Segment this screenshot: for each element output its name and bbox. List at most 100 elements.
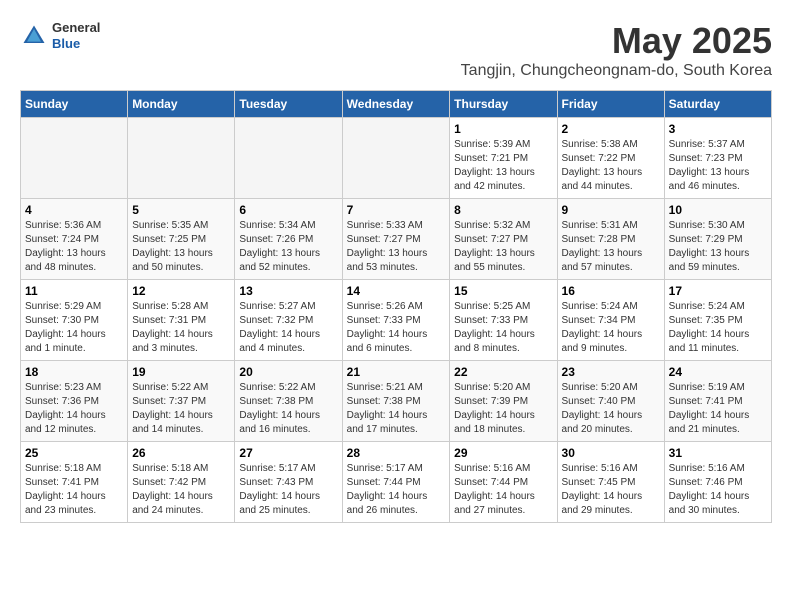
- calendar-day-cell: 20Sunrise: 5:22 AM Sunset: 7:38 PM Dayli…: [235, 361, 342, 442]
- calendar-day-cell: 11 Sunrise: 5:29 AM Sunset: 7:30 PM Dayli…: [21, 280, 128, 361]
- calendar-day-cell: 5 Sunrise: 5:35 AM Sunset: 7:25 PM Daylig…: [128, 199, 235, 280]
- day-info: Sunrise: 5:24 AM Sunset: 7:35 PM Dayligh…: [669, 300, 767, 356]
- calendar-day-cell: 6 Sunrise: 5:34 AM Sunset: 7:26 PM Daylig…: [235, 199, 342, 280]
- weekday-header: Monday: [128, 91, 235, 118]
- day-number: 3: [669, 122, 767, 136]
- day-number: 31: [669, 446, 767, 460]
- day-info: Sunrise: 5:39 AM Sunset: 7:21 PM Dayligh…: [454, 138, 552, 194]
- calendar-day-cell: 3 Sunrise: 5:37 AM Sunset: 7:23 PM Daylig…: [664, 118, 771, 199]
- calendar-day-cell: [128, 118, 235, 199]
- day-info: Sunrise: 5:34 AM Sunset: 7:26 PM Dayligh…: [239, 219, 337, 275]
- calendar-day-cell: [235, 118, 342, 199]
- day-info: Sunrise: 5:38 AM Sunset: 7:22 PM Dayligh…: [562, 138, 660, 194]
- month-title: May 2025: [461, 20, 772, 62]
- day-info: Sunrise: 5:29 AM Sunset: 7:30 PM Dayligh…: [25, 300, 123, 356]
- calendar-day-cell: 7 Sunrise: 5:33 AM Sunset: 7:27 PM Daylig…: [342, 199, 450, 280]
- calendar-day-cell: 2 Sunrise: 5:38 AM Sunset: 7:22 PM Daylig…: [557, 118, 664, 199]
- day-number: 11: [25, 284, 123, 298]
- day-number: 21: [347, 365, 446, 379]
- weekday-header: Saturday: [664, 91, 771, 118]
- calendar-day-cell: 31 Sunrise: 5:16 AM Sunset: 7:46 PM Dayli…: [664, 442, 771, 523]
- day-number: 5: [132, 203, 230, 217]
- day-info: Sunrise: 5:22 AM Sunset: 7:37 PM Dayligh…: [132, 381, 230, 437]
- day-number: 8: [454, 203, 552, 217]
- location-title: Tangjin, Chungcheongnam-do, South Korea: [461, 62, 772, 80]
- calendar-day-cell: 1Sunrise: 5:39 AM Sunset: 7:21 PM Daylig…: [450, 118, 557, 199]
- day-number: 4: [25, 203, 123, 217]
- calendar-week-row: 4 Sunrise: 5:36 AM Sunset: 7:24 PM Daylig…: [21, 199, 772, 280]
- weekday-header: Wednesday: [342, 91, 450, 118]
- day-number: 19: [132, 365, 230, 379]
- day-info: Sunrise: 5:17 AM Sunset: 7:43 PM Dayligh…: [239, 462, 337, 518]
- day-number: 17: [669, 284, 767, 298]
- day-info: Sunrise: 5:32 AM Sunset: 7:27 PM Dayligh…: [454, 219, 552, 275]
- weekday-header: Thursday: [450, 91, 557, 118]
- day-number: 6: [239, 203, 337, 217]
- day-number: 30: [562, 446, 660, 460]
- day-info: Sunrise: 5:36 AM Sunset: 7:24 PM Dayligh…: [25, 219, 123, 275]
- day-info: Sunrise: 5:18 AM Sunset: 7:41 PM Dayligh…: [25, 462, 123, 518]
- day-number: 23: [562, 365, 660, 379]
- day-info: Sunrise: 5:37 AM Sunset: 7:23 PM Dayligh…: [669, 138, 767, 194]
- day-info: Sunrise: 5:26 AM Sunset: 7:33 PM Dayligh…: [347, 300, 446, 356]
- day-number: 25: [25, 446, 123, 460]
- calendar-day-cell: 29Sunrise: 5:16 AM Sunset: 7:44 PM Dayli…: [450, 442, 557, 523]
- calendar-day-cell: [342, 118, 450, 199]
- logo-icon: [20, 22, 48, 50]
- day-info: Sunrise: 5:20 AM Sunset: 7:39 PM Dayligh…: [454, 381, 552, 437]
- day-number: 20: [239, 365, 337, 379]
- calendar-day-cell: 17 Sunrise: 5:24 AM Sunset: 7:35 PM Dayli…: [664, 280, 771, 361]
- weekday-header-row: SundayMondayTuesdayWednesdayThursdayFrid…: [21, 91, 772, 118]
- day-number: 22: [454, 365, 552, 379]
- calendar-day-cell: 13 Sunrise: 5:27 AM Sunset: 7:32 PM Dayli…: [235, 280, 342, 361]
- day-number: 16: [562, 284, 660, 298]
- calendar-day-cell: 19 Sunrise: 5:22 AM Sunset: 7:37 PM Dayli…: [128, 361, 235, 442]
- day-info: Sunrise: 5:23 AM Sunset: 7:36 PM Dayligh…: [25, 381, 123, 437]
- day-info: Sunrise: 5:16 AM Sunset: 7:46 PM Dayligh…: [669, 462, 767, 518]
- logo-text: General Blue: [52, 20, 100, 51]
- calendar-day-cell: 9Sunrise: 5:31 AM Sunset: 7:28 PM Daylig…: [557, 199, 664, 280]
- day-number: 7: [347, 203, 446, 217]
- day-number: 28: [347, 446, 446, 460]
- day-number: 13: [239, 284, 337, 298]
- calendar-day-cell: 10Sunrise: 5:30 AM Sunset: 7:29 PM Dayli…: [664, 199, 771, 280]
- day-info: Sunrise: 5:35 AM Sunset: 7:25 PM Dayligh…: [132, 219, 230, 275]
- calendar-day-cell: 4 Sunrise: 5:36 AM Sunset: 7:24 PM Daylig…: [21, 199, 128, 280]
- day-number: 2: [562, 122, 660, 136]
- day-info: Sunrise: 5:27 AM Sunset: 7:32 PM Dayligh…: [239, 300, 337, 356]
- day-info: Sunrise: 5:28 AM Sunset: 7:31 PM Dayligh…: [132, 300, 230, 356]
- calendar-day-cell: 15Sunrise: 5:25 AM Sunset: 7:33 PM Dayli…: [450, 280, 557, 361]
- calendar-week-row: 25 Sunrise: 5:18 AM Sunset: 7:41 PM Dayli…: [21, 442, 772, 523]
- calendar-day-cell: 22 Sunrise: 5:20 AM Sunset: 7:39 PM Dayli…: [450, 361, 557, 442]
- calendar-day-cell: 23Sunrise: 5:20 AM Sunset: 7:40 PM Dayli…: [557, 361, 664, 442]
- calendar-day-cell: 14 Sunrise: 5:26 AM Sunset: 7:33 PM Dayli…: [342, 280, 450, 361]
- calendar-day-cell: 8 Sunrise: 5:32 AM Sunset: 7:27 PM Daylig…: [450, 199, 557, 280]
- day-number: 27: [239, 446, 337, 460]
- day-info: Sunrise: 5:31 AM Sunset: 7:28 PM Dayligh…: [562, 219, 660, 275]
- calendar-day-cell: 28 Sunrise: 5:17 AM Sunset: 7:44 PM Dayli…: [342, 442, 450, 523]
- weekday-header: Sunday: [21, 91, 128, 118]
- page-header: General Blue May 2025 Tangjin, Chungcheo…: [20, 20, 772, 80]
- day-info: Sunrise: 5:17 AM Sunset: 7:44 PM Dayligh…: [347, 462, 446, 518]
- calendar-week-row: 1Sunrise: 5:39 AM Sunset: 7:21 PM Daylig…: [21, 118, 772, 199]
- calendar-day-cell: 21 Sunrise: 5:21 AM Sunset: 7:38 PM Dayli…: [342, 361, 450, 442]
- title-block: May 2025 Tangjin, Chungcheongnam-do, Sou…: [461, 20, 772, 80]
- weekday-header: Friday: [557, 91, 664, 118]
- calendar-week-row: 11 Sunrise: 5:29 AM Sunset: 7:30 PM Dayli…: [21, 280, 772, 361]
- calendar-day-cell: 25 Sunrise: 5:18 AM Sunset: 7:41 PM Dayli…: [21, 442, 128, 523]
- day-info: Sunrise: 5:18 AM Sunset: 7:42 PM Dayligh…: [132, 462, 230, 518]
- logo-general: General: [52, 20, 100, 36]
- day-info: Sunrise: 5:33 AM Sunset: 7:27 PM Dayligh…: [347, 219, 446, 275]
- logo-blue: Blue: [52, 36, 100, 52]
- day-number: 10: [669, 203, 767, 217]
- weekday-header: Tuesday: [235, 91, 342, 118]
- calendar-day-cell: 26Sunrise: 5:18 AM Sunset: 7:42 PM Dayli…: [128, 442, 235, 523]
- day-info: Sunrise: 5:25 AM Sunset: 7:33 PM Dayligh…: [454, 300, 552, 356]
- day-info: Sunrise: 5:21 AM Sunset: 7:38 PM Dayligh…: [347, 381, 446, 437]
- calendar-week-row: 18Sunrise: 5:23 AM Sunset: 7:36 PM Dayli…: [21, 361, 772, 442]
- day-number: 12: [132, 284, 230, 298]
- day-number: 14: [347, 284, 446, 298]
- day-info: Sunrise: 5:16 AM Sunset: 7:45 PM Dayligh…: [562, 462, 660, 518]
- calendar-day-cell: 16Sunrise: 5:24 AM Sunset: 7:34 PM Dayli…: [557, 280, 664, 361]
- logo: General Blue: [20, 20, 100, 51]
